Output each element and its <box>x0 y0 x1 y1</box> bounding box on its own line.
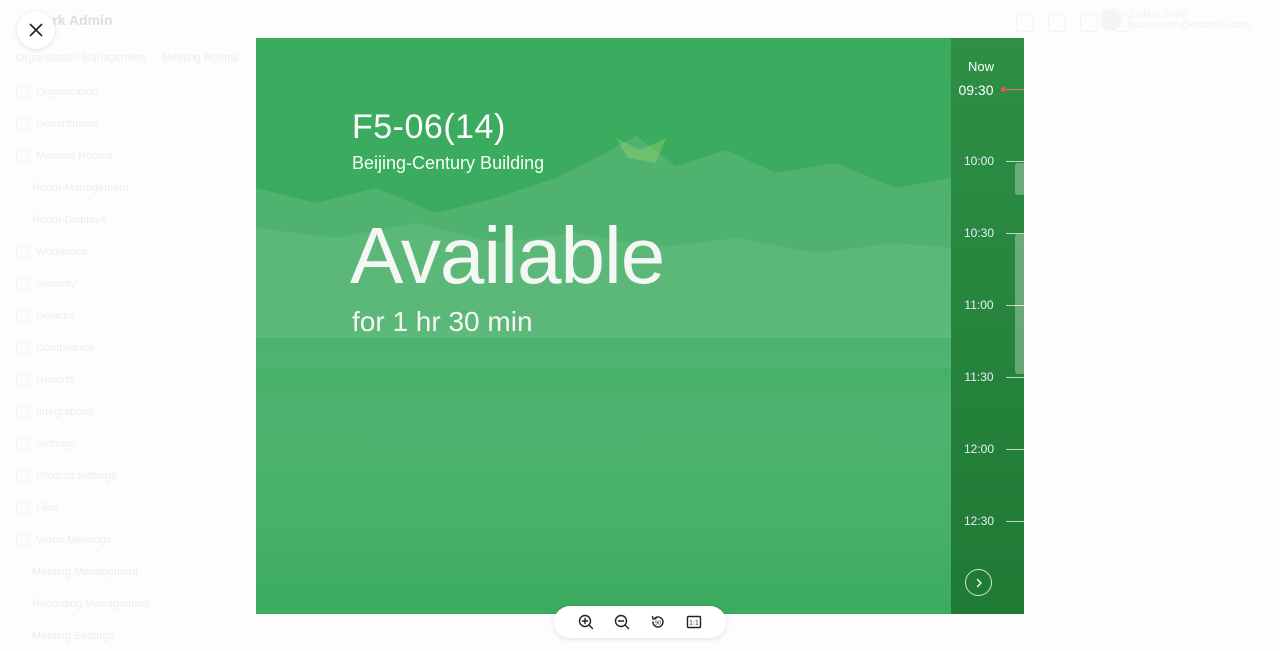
timeline-slot-line <box>1006 521 1024 522</box>
svg-text:90: 90 <box>655 620 661 626</box>
close-preview-button[interactable] <box>17 11 55 49</box>
availability-duration: for 1 hr 30 min <box>352 306 533 337</box>
timeline-slot-line <box>1006 233 1024 234</box>
now-label: Now <box>967 59 994 74</box>
timeline-slot-label: 11:00 <box>964 298 994 312</box>
now-time: 09:30 <box>958 82 994 98</box>
actual-size-icon: 1:1 <box>686 615 702 629</box>
chevron-right-icon <box>976 578 982 587</box>
current-time-dot <box>1001 87 1006 92</box>
zoom-in-button[interactable] <box>577 613 595 631</box>
timeline-slot-label: 10:00 <box>963 154 995 168</box>
timeline-slot-label: 10:30 <box>963 226 995 240</box>
actual-size-label: 1:1 <box>689 620 699 627</box>
timeline-slot-label: 11:30 <box>964 370 994 384</box>
room-name: F5-06(14) <box>352 108 506 146</box>
rotate-button[interactable]: 90 <box>649 613 667 631</box>
timeline-slot-label: 12:00 <box>963 442 995 456</box>
booking-block <box>1015 234 1024 374</box>
timeline-slot-line <box>1006 161 1024 162</box>
schedule-timeline: Now 09:30 10:00 10:30 11:00 11:30 12:00 12:30 <box>951 38 1024 614</box>
timeline-slot-line <box>1006 305 1024 306</box>
timeline-slot-label: 12:30 <box>963 514 995 528</box>
zoom-out-icon <box>614 614 630 630</box>
rotate-icon: 90 <box>651 615 664 628</box>
zoom-out-button[interactable] <box>613 613 631 631</box>
actual-size-button[interactable]: 1:1 <box>685 613 703 631</box>
timeline-slot-line <box>1006 449 1024 450</box>
image-toolbar: 90 1:1 <box>554 606 726 638</box>
room-location: Beijing-Century Building <box>352 153 545 173</box>
image-preview-screen: Lark Admin Lisbon Smith lisbonsmith@exam… <box>0 0 1280 651</box>
current-time-line <box>1004 89 1024 90</box>
booking-block <box>1015 163 1024 195</box>
room-status: Available <box>350 211 665 300</box>
preview-image: F5-06(14) Beijing-Century Building Avail… <box>256 38 1024 614</box>
next-page-button[interactable] <box>965 569 992 596</box>
zoom-in-icon <box>578 614 594 630</box>
close-icon <box>29 23 43 37</box>
timeline-slot-line <box>1006 377 1024 378</box>
